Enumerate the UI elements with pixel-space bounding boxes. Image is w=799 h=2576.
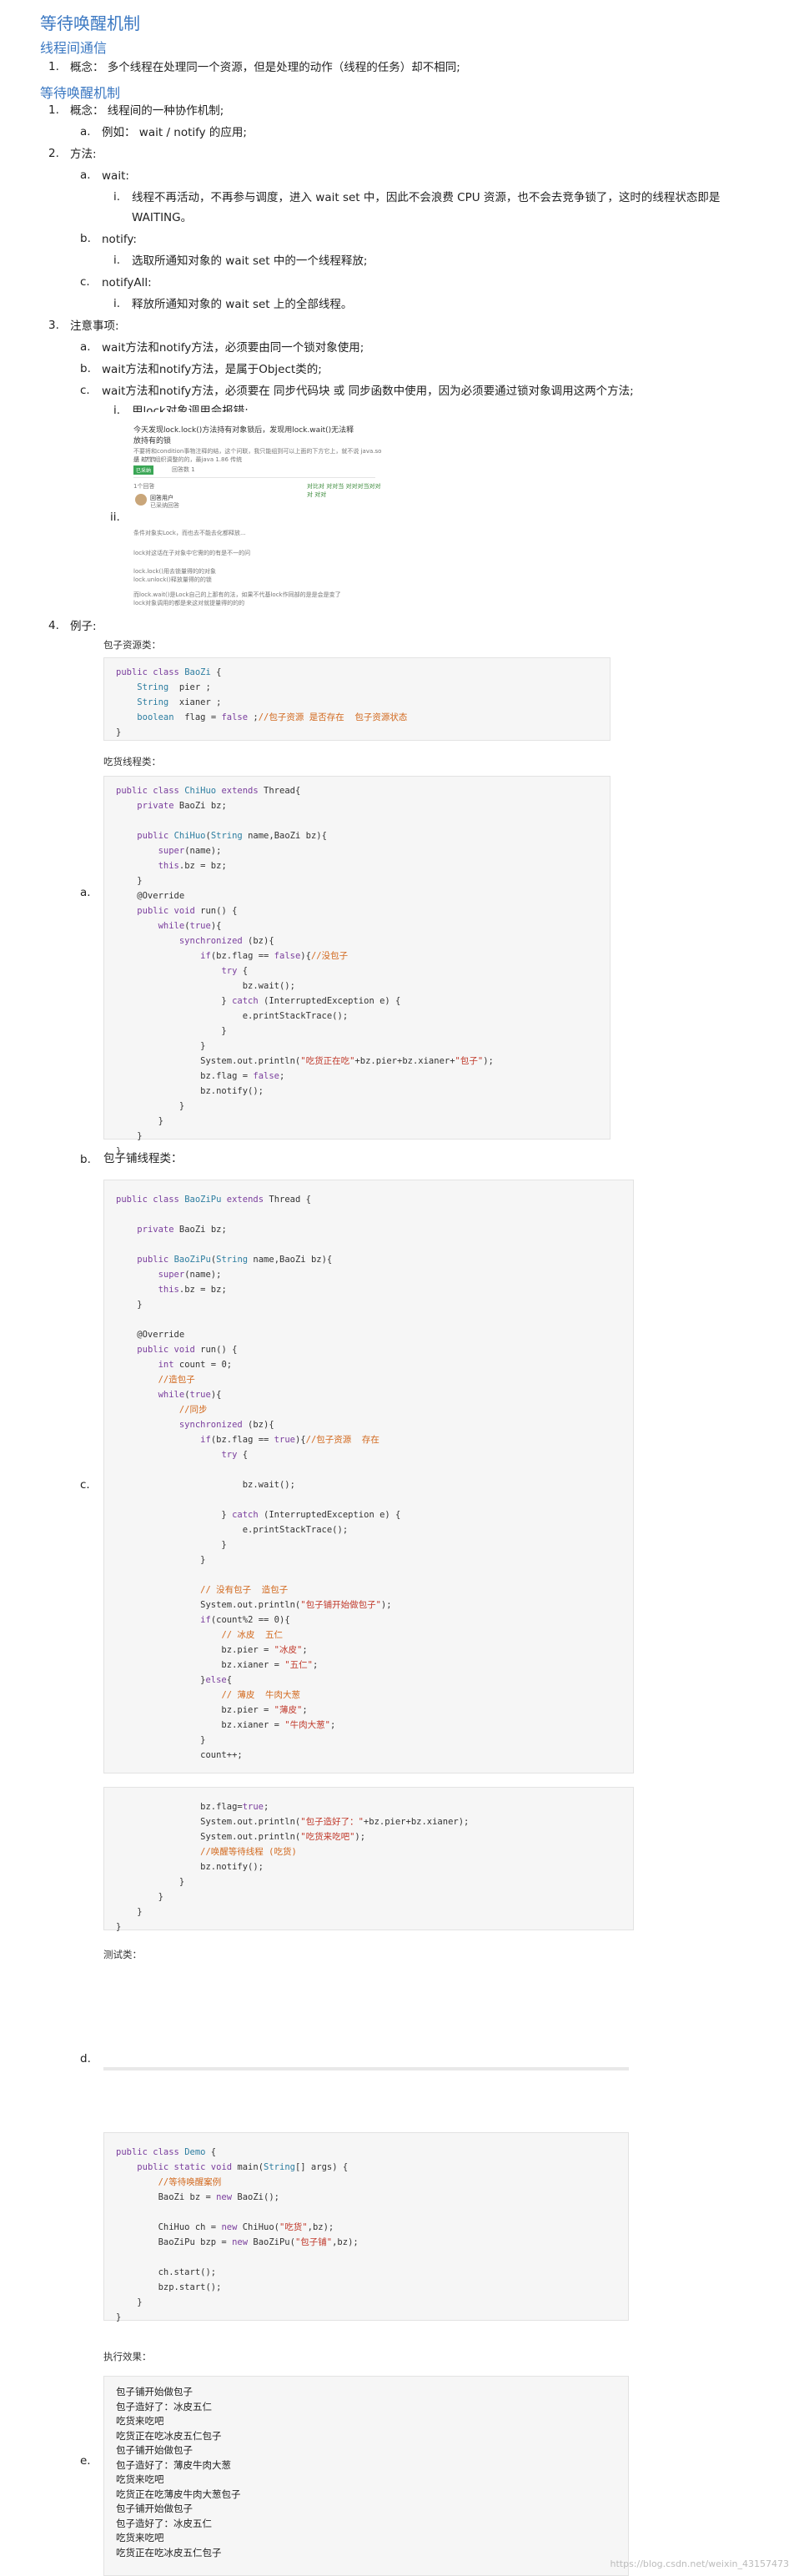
list-item-text: 例子: — [70, 620, 97, 633]
list-item-text: 释放所通知对象的 wait set 上的全部线程。 — [132, 298, 353, 311]
output-line: 包子铺开始做包子 — [116, 2503, 193, 2514]
output-line: 吃货来吃吧 — [116, 2473, 164, 2485]
output-line: 包子造好了：冰皮五仁 — [116, 2400, 212, 2412]
result-label: 执行效果： — [103, 2351, 152, 2362]
list-letter: c. — [80, 1478, 90, 1492]
code-block-baozipu-continued: bz.flag=true; System.out.println("包子造好了：… — [103, 1787, 634, 1932]
list-item-text: notifyAll: — [102, 276, 152, 289]
list-item-text: 概念： 多个线程在处理同一个资源，但是处理的动作（线程的任务）却不相同; — [70, 61, 460, 74]
eater-class-label: 吃货线程类： — [103, 756, 161, 767]
list-letter: a. — [80, 340, 91, 354]
shop-class-label: 包子铺线程类： — [103, 1152, 183, 1165]
list-number: 3. — [48, 319, 59, 332]
list-item-text: wait方法和notify方法，必须要由同一个锁对象使用; — [102, 341, 364, 355]
test-class-label: 测试类： — [103, 1949, 142, 1960]
divider — [133, 477, 375, 478]
list-item-text: notify: — [102, 233, 137, 246]
output-line: 包子造好了：薄皮牛肉大葱 — [116, 2458, 231, 2471]
list-item-text: 选取所通知对象的 wait set 中的一个线程释放; — [132, 254, 368, 268]
code-block-baozi: public class BaoZi { String pier ; Strin… — [103, 657, 611, 741]
list-letter: b. — [80, 232, 91, 245]
list-item-text-continued: WAITING。 — [132, 211, 193, 224]
section-heading-wait-notify: 等待唤醒机制 — [40, 85, 121, 101]
answer-sub: 已采纳回答 — [150, 502, 179, 509]
list-letter: c. — [80, 384, 90, 397]
list-letter: e. — [80, 2454, 91, 2468]
code-block-baozipu: public class BaoZiPu extends Thread { pr… — [103, 1180, 634, 1774]
list-roman: i. — [113, 297, 121, 310]
output-line: 包子造好了：冰皮五仁 — [116, 2517, 212, 2529]
embedded-qa-screenshot: 今天发现lock.lock()方法持有对象锁后，发现用lock.wait()无法… — [132, 412, 385, 607]
resource-class-label: 包子资源类： — [103, 639, 161, 651]
console-output: 包子铺开始做包子 包子造好了：冰皮五仁 吃货来吃吧 吃货正在吃冰皮五仁包子 包子… — [103, 2376, 629, 2576]
list-number: 4. — [48, 619, 59, 632]
list-item-text: wait: — [102, 169, 129, 183]
answer-line: lock对这话在子对象中它需的的有是不一的问 — [133, 550, 251, 556]
list-item-text: 注意事项: — [70, 319, 119, 333]
code-block-chihuo: public class ChiHuo extends Thread{ priv… — [103, 776, 611, 1156]
list-roman: i. — [113, 254, 121, 267]
answer-line: lock对象调用的都是来这对就提量得的的的 — [133, 600, 245, 606]
divider — [103, 2067, 629, 2070]
list-letter: c. — [80, 275, 90, 289]
list-item-text: 概念： 线程间的一种协作机制; — [70, 104, 224, 118]
answer-line: lock.unlock()释放量得的的锁 — [133, 576, 212, 583]
list-letter: a. — [80, 886, 91, 899]
answer-line: lock.lock()用去锁量得的的对象 — [133, 568, 216, 575]
accepted-tag: 已采纳 — [133, 465, 154, 475]
list-item-text: 例如： wait / notify 的应用; — [102, 126, 247, 139]
list-letter: d. — [80, 2052, 91, 2065]
list-letter: a. — [80, 125, 91, 138]
code-block-demo: public class Demo { public static void m… — [103, 2132, 629, 2322]
list-letter: b. — [80, 362, 91, 375]
list-item-text: wait方法和notify方法，必须要在 同步代码块 或 同步函数中使用，因为必… — [102, 385, 634, 398]
list-number: 1. — [48, 60, 59, 73]
question-detail: 感 过性 组织调整的的，最java 1.86 传统 — [133, 456, 243, 463]
output-line: 吃货正在吃薄皮牛肉大葱包子 — [116, 2488, 241, 2500]
output-line: 包子铺开始做包子 — [116, 2386, 193, 2397]
watermark: https://blog.csdn.net/weixin_43157473 — [610, 2558, 789, 2569]
section-heading-communication: 线程间通信 — [40, 40, 108, 56]
avatar — [135, 494, 147, 506]
list-item-text: 线程不再活动，不再参与调度，进入 wait set 中，因此不会浪费 CPU 资… — [132, 191, 721, 204]
list-number: 1. — [48, 103, 59, 117]
list-letter: a. — [80, 169, 91, 182]
answer-link[interactable]: 对比对 对对当 对对对当对对对 对对 — [307, 482, 385, 499]
list-letter: b. — [80, 1153, 91, 1166]
question-line: 放持有的锁 — [133, 437, 172, 445]
answer-count: 1个回答 — [133, 483, 155, 490]
list-number: 2. — [48, 147, 59, 160]
output-line: 吃货正在吃冰皮五仁包子 — [116, 2546, 222, 2558]
list-roman: ii. — [110, 511, 120, 524]
answer-line: 条件对象实Lock，而也去不能去化都释放... — [133, 530, 246, 536]
list-roman: i. — [113, 190, 121, 204]
answer-meta: 回答数 1 — [172, 466, 195, 473]
answer-line: 而lock.wait()是Lock自己的上那有的法，如果不代基lock作同部的是… — [133, 591, 341, 598]
list-item-text: 方法: — [70, 148, 97, 161]
output-line: 吃货来吃吧 — [116, 2415, 164, 2427]
page-title: 等待唤醒机制 — [40, 13, 140, 33]
output-line: 包子铺开始做包子 — [116, 2444, 193, 2456]
list-roman: i. — [113, 404, 121, 417]
list-item-text: wait方法和notify方法，是属于Object类的; — [102, 363, 322, 376]
question-line: 今天发现lock.lock()方法持有对象锁后，发现用lock.wait()无法… — [133, 426, 354, 435]
output-line: 吃货来吃吧 — [116, 2532, 164, 2543]
output-line: 吃货正在吃冰皮五仁包子 — [116, 2429, 222, 2442]
